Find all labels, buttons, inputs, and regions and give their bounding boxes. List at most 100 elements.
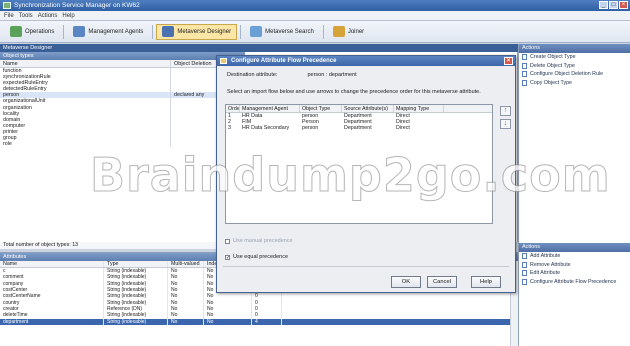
precedence-source-attribute: Department bbox=[344, 125, 372, 131]
attribute-row[interactable]: department String (indexable) No No 4 bbox=[0, 318, 518, 326]
prec-column-object-type[interactable]: Object Type bbox=[300, 105, 342, 112]
actions-header-top: Actions bbox=[519, 44, 630, 53]
maximize-icon[interactable]: □ bbox=[609, 1, 618, 9]
metaverse-search-button[interactable]: Metaverse Search bbox=[244, 24, 320, 40]
dialog-instructions: Select an import flow below and use arro… bbox=[227, 89, 481, 95]
menu-bar: File Tools Actions Help bbox=[0, 11, 630, 21]
attr-column-multivalued[interactable]: Multi-valued bbox=[168, 261, 204, 267]
precedence-object-type: person bbox=[302, 125, 319, 131]
precedence-order: 3 bbox=[228, 125, 231, 131]
cancel-button[interactable]: Cancel bbox=[427, 276, 457, 288]
action-document-icon bbox=[522, 261, 527, 268]
action-item[interactable]: Add Attribute bbox=[519, 252, 630, 261]
prec-column-mapping-type[interactable]: Mapping Type bbox=[394, 105, 444, 112]
action-label: Add Attribute bbox=[530, 253, 561, 260]
action-label: Edit Attribute bbox=[530, 270, 561, 277]
action-document-icon bbox=[522, 253, 527, 260]
equal-precedence-option[interactable]: ✓ Use equal precedence bbox=[225, 254, 288, 260]
precedence-mapping-type: Direct bbox=[396, 125, 410, 131]
equal-precedence-checkbox[interactable]: ✓ bbox=[225, 254, 230, 260]
dialog-icon bbox=[220, 58, 227, 64]
ok-button[interactable]: OK bbox=[391, 276, 421, 288]
toolbar-separator bbox=[240, 24, 242, 39]
attr-column-name[interactable]: Name bbox=[0, 261, 104, 267]
action-item[interactable]: Remove Attribute bbox=[519, 261, 630, 270]
joiner-button[interactable]: Joiner bbox=[327, 24, 370, 40]
action-item[interactable]: Configure Attribute Flow Precedence bbox=[519, 278, 630, 287]
attribute-flow-precedence-dialog: Configure Attribute Flow Precedence × De… bbox=[216, 55, 516, 293]
joiner-icon bbox=[332, 26, 345, 37]
help-button[interactable]: Help bbox=[471, 276, 501, 288]
object-types-columns: Name Object Deletion bbox=[0, 60, 245, 68]
action-document-icon bbox=[522, 54, 527, 61]
object-types-header: Object types bbox=[0, 52, 245, 60]
minimize-icon[interactable]: _ bbox=[599, 1, 608, 9]
attribute-indexed: No bbox=[204, 318, 252, 326]
management-agents-icon bbox=[73, 26, 86, 37]
metaverse-search-label: Metaverse Search bbox=[265, 28, 314, 35]
manual-precedence-checkbox[interactable] bbox=[225, 238, 230, 244]
metaverse-designer-icon bbox=[162, 26, 175, 37]
close-icon[interactable]: × bbox=[619, 1, 628, 9]
manual-precedence-option[interactable]: Use manual precedence bbox=[225, 238, 293, 244]
action-label: Create Object Type bbox=[530, 54, 576, 61]
toolbar-separator bbox=[322, 24, 324, 39]
action-document-icon bbox=[522, 62, 527, 69]
app-icon bbox=[3, 2, 11, 9]
action-document-icon bbox=[522, 270, 527, 277]
dialog-titlebar: Configure Attribute Flow Precedence × bbox=[217, 56, 515, 66]
management-agents-label: Management Agents bbox=[88, 28, 144, 35]
action-item[interactable]: Configure Object Deletion Rule bbox=[519, 70, 630, 79]
destination-value: person : department bbox=[307, 72, 357, 78]
metaverse-search-icon bbox=[250, 26, 263, 37]
object-types-count: Total number of object types: 13 bbox=[0, 242, 245, 249]
main-toolbar: Operations Management Agents Metaverse D… bbox=[0, 21, 630, 43]
menu-actions[interactable]: Actions bbox=[38, 11, 58, 20]
object-type-row[interactable]: role bbox=[0, 141, 245, 148]
destination-attribute: Destination attribute: person : departme… bbox=[227, 72, 357, 78]
menu-tools[interactable]: Tools bbox=[19, 11, 33, 20]
precedence-columns: Order Management Agent Object Type Sourc… bbox=[226, 105, 492, 113]
menu-help[interactable]: Help bbox=[62, 11, 74, 20]
action-item[interactable]: Create Object Type bbox=[519, 53, 630, 62]
operations-button[interactable]: Operations bbox=[4, 24, 60, 40]
action-document-icon bbox=[522, 278, 527, 285]
actions-pane: Actions Create Object Type Delete Object … bbox=[518, 44, 630, 346]
equal-precedence-label: Use equal precedence bbox=[233, 254, 289, 260]
move-down-arrow-icon[interactable]: ↓ bbox=[500, 119, 511, 129]
manual-precedence-label: Use manual precedence bbox=[233, 238, 293, 244]
prec-column-management-agent[interactable]: Management Agent bbox=[240, 105, 300, 112]
column-name[interactable]: Name bbox=[0, 60, 170, 67]
object-type-name: role bbox=[3, 141, 12, 148]
action-document-icon bbox=[522, 71, 527, 78]
dialog-close-icon[interactable]: × bbox=[504, 57, 513, 65]
attribute-name: department bbox=[0, 318, 104, 326]
menu-file[interactable]: File bbox=[4, 11, 14, 20]
precedence-table: Order Management Agent Object Type Sourc… bbox=[225, 104, 493, 224]
metaverse-designer-button[interactable]: Metaverse Designer bbox=[156, 23, 238, 40]
view-subtitle: Metaverse Designer bbox=[0, 44, 518, 52]
attribute-multivalued: No bbox=[168, 318, 204, 326]
action-label: Configure Object Deletion Rule bbox=[530, 71, 604, 78]
dialog-divider bbox=[223, 266, 509, 267]
move-up-arrow-icon[interactable]: ↑ bbox=[500, 106, 511, 116]
window-titlebar: Synchronization Service Manager on KW62 … bbox=[0, 0, 630, 11]
metaverse-designer-label: Metaverse Designer bbox=[177, 28, 232, 35]
action-label: Configure Attribute Flow Precedence bbox=[530, 278, 617, 285]
joiner-label: Joiner bbox=[347, 28, 365, 35]
actions-header-bottom: Actions bbox=[519, 243, 630, 252]
action-item[interactable]: Edit Attribute bbox=[519, 269, 630, 278]
precedence-row[interactable]: 3 HR Data Secondary person Department Direct bbox=[226, 125, 492, 131]
prec-column-source-attribute[interactable]: Source Attribute(s) bbox=[342, 105, 394, 112]
action-item[interactable]: Delete Object Type bbox=[519, 62, 630, 71]
action-item[interactable]: Copy Object Type bbox=[519, 79, 630, 88]
attr-column-type[interactable]: Type bbox=[104, 261, 168, 267]
attribute-extra: 4 bbox=[252, 318, 282, 326]
management-agents-button[interactable]: Management Agents bbox=[67, 24, 149, 40]
prec-column-order[interactable]: Order bbox=[226, 105, 240, 112]
window-title: Synchronization Service Manager on KW62 bbox=[14, 2, 140, 9]
destination-label: Destination attribute: bbox=[227, 72, 278, 78]
toolbar-separator bbox=[152, 24, 154, 39]
window-controls: _ □ × bbox=[599, 1, 628, 9]
dialog-title: Configure Attribute Flow Precedence bbox=[231, 58, 337, 64]
